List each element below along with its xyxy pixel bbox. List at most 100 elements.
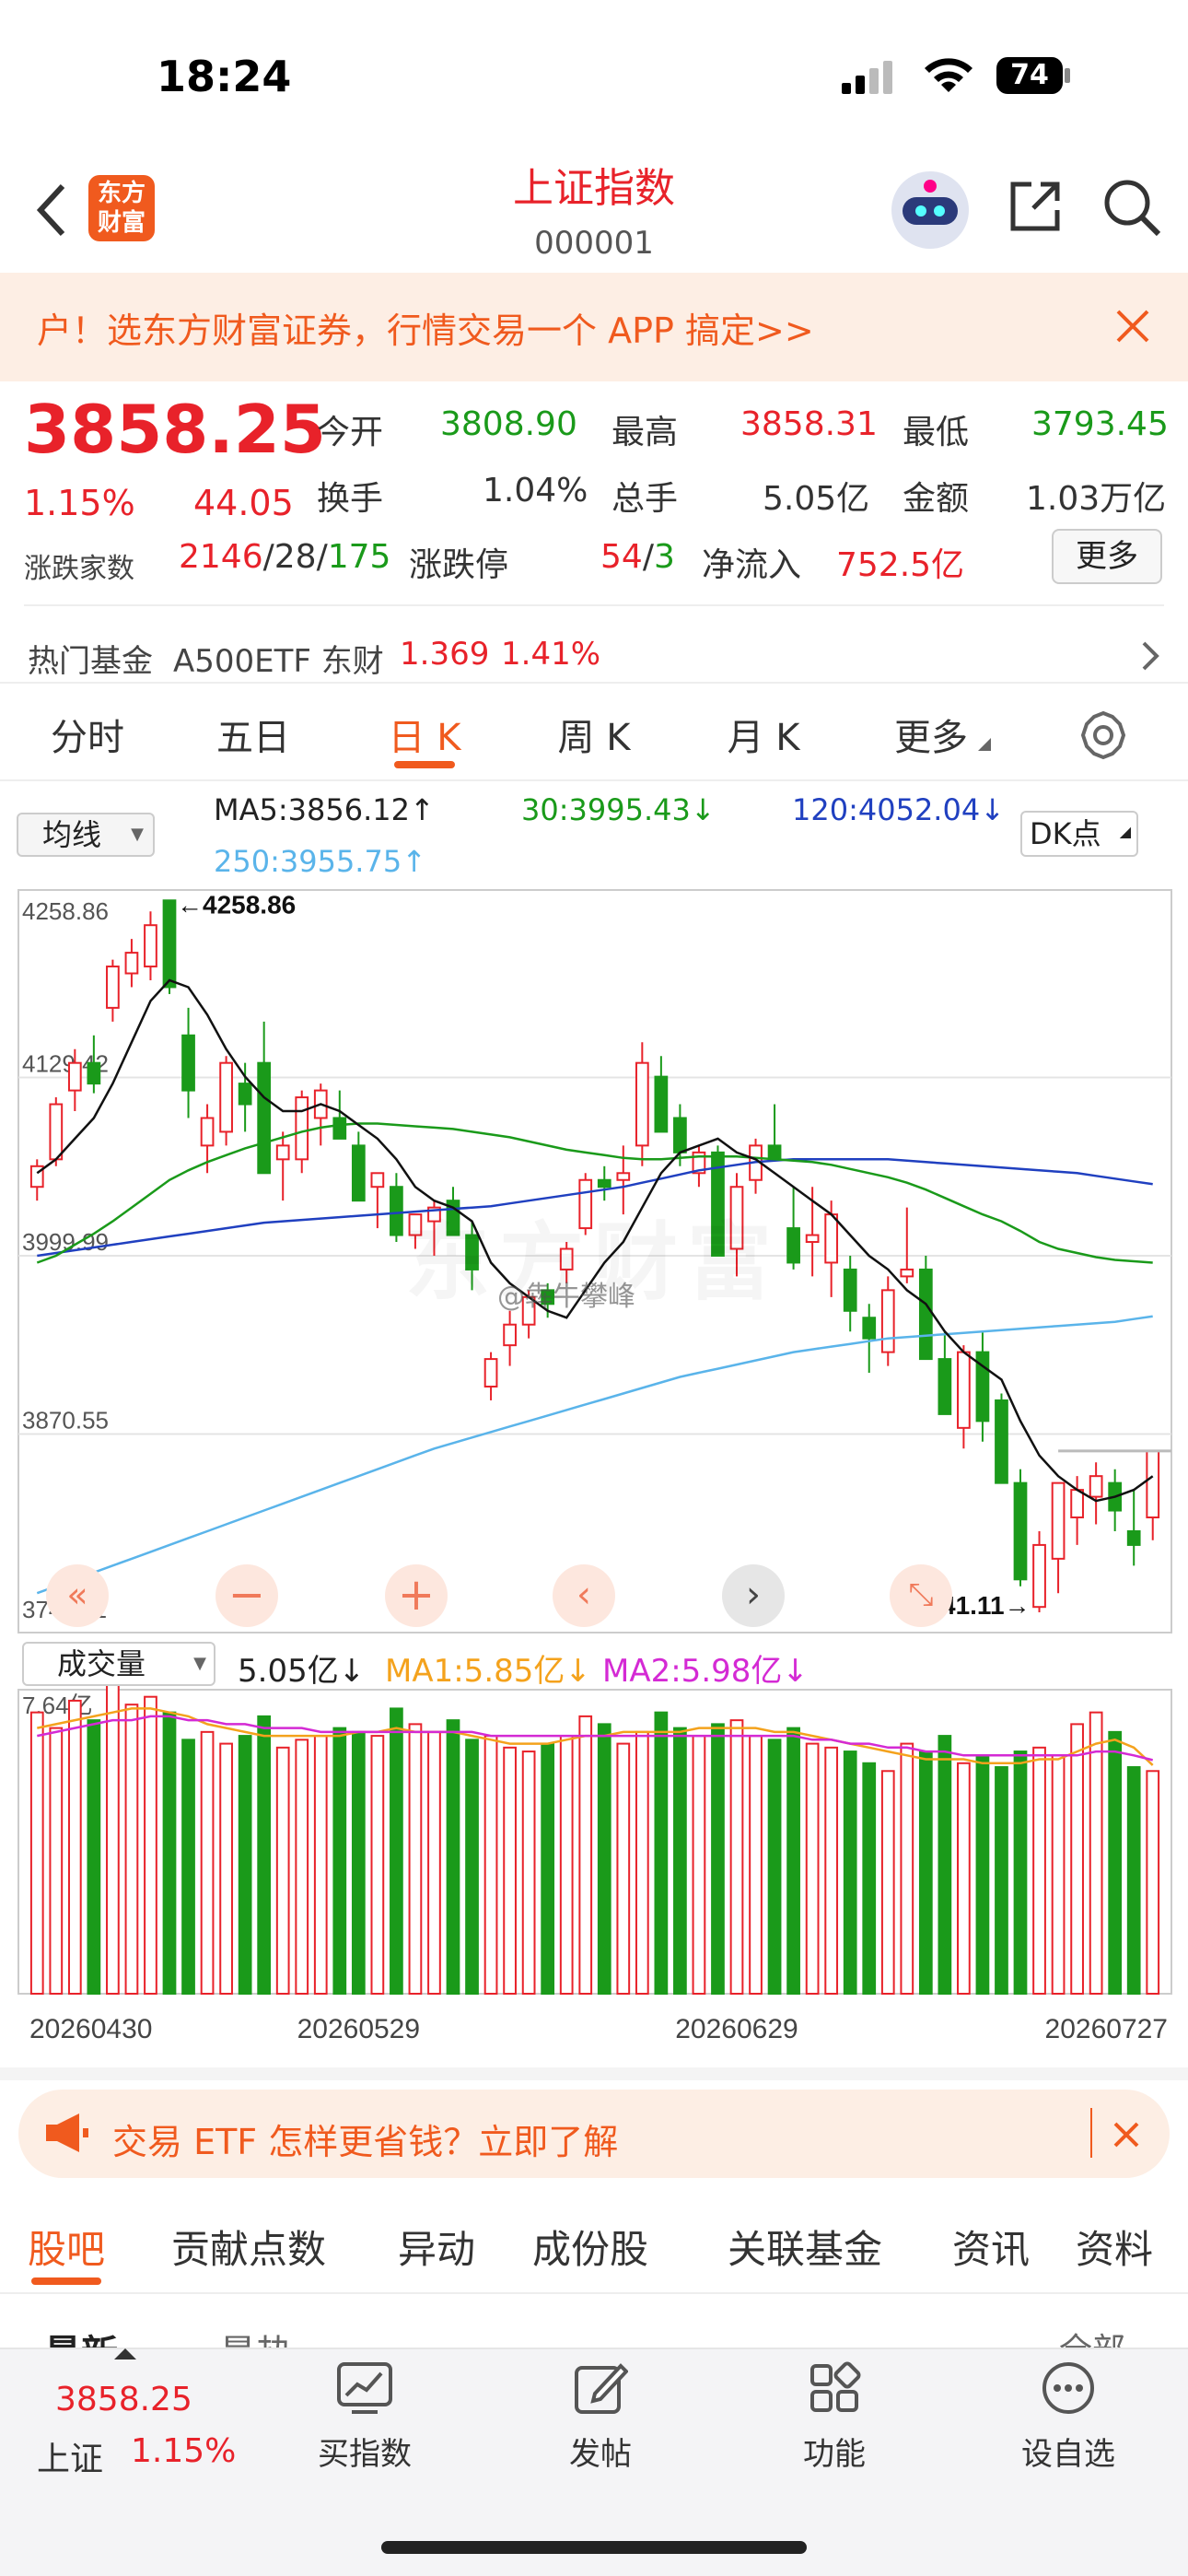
home-indicator: [381, 2541, 807, 2554]
apps-icon[interactable]: [807, 2360, 862, 2416]
volume-bar: [1089, 1711, 1103, 1995]
assistant-avatar[interactable]: [890, 170, 971, 251]
volume-bar: [351, 1730, 366, 1996]
candle-body: [767, 1144, 782, 1161]
chevron-right-icon[interactable]: [1138, 639, 1160, 673]
tab-daily-k[interactable]: 日 K: [365, 708, 484, 761]
tab-intraday[interactable]: 分时: [28, 708, 147, 761]
buy-index-button[interactable]: 买指数: [291, 2429, 438, 2474]
settings-icon[interactable]: [1077, 709, 1129, 761]
sort-hot[interactable]: 最热: [219, 2324, 293, 2349]
volume-value: 5.05亿: [763, 480, 870, 518]
volume-bar: [918, 1751, 933, 1996]
candle-body: [938, 1358, 952, 1415]
volume-chart[interactable]: 7.64亿20260430 20260529 20260629 20260727: [0, 1686, 1188, 2064]
post-icon[interactable]: [573, 2360, 629, 2416]
bottom-price: 3858.25: [55, 2381, 192, 2418]
volume-bar: [767, 1739, 782, 1995]
volume-bar: [975, 1754, 990, 1995]
battery-tip: [1065, 68, 1070, 83]
candle-body: [616, 1172, 631, 1181]
volume-bar: [503, 1746, 517, 1995]
volume-bar: [616, 1742, 631, 1995]
change-pct: 1.15%: [24, 483, 135, 523]
volume-bar: [843, 1751, 857, 1996]
candle-body: [805, 1234, 820, 1244]
promo-text[interactable]: 户！选东方财富证券，行情交易一个 APP 搞定>>: [37, 302, 814, 353]
candle-body: [1032, 1543, 1046, 1609]
candle-body: [49, 1103, 64, 1161]
zoom-in-button[interactable]: +: [385, 1564, 448, 1627]
stock-code: 000001: [534, 225, 654, 262]
candle-body: [124, 952, 139, 975]
volume-bar: [1146, 1770, 1160, 1996]
volume-bar: [67, 1699, 82, 1996]
ma250-legend: 250:3955.75↑: [214, 844, 426, 879]
zoom-out-button[interactable]: −: [215, 1564, 278, 1627]
volume-bar: [465, 1739, 479, 1995]
candle-body: [1126, 1529, 1141, 1546]
search-icon[interactable]: [1101, 177, 1162, 238]
subtab-forum[interactable]: 股吧: [28, 2219, 105, 2275]
feed-sort-row[interactable]: 最新 最热 全部: [0, 2307, 1188, 2349]
subtab-profile[interactable]: 资料: [1076, 2219, 1153, 2275]
close-icon[interactable]: [1114, 308, 1151, 345]
candle-body: [995, 1399, 1008, 1484]
max-price-marker: ←4258.86: [177, 890, 296, 919]
amount-value: 1.03万亿: [1026, 480, 1167, 518]
hot-fund-name[interactable]: A500ETF 东财: [173, 636, 384, 681]
fullscreen-icon[interactable]: ⤡: [890, 1564, 952, 1627]
open-label: 今开: [317, 414, 384, 451]
volume-bar: [124, 1704, 139, 1996]
candle-body: [880, 1289, 895, 1353]
volume-ma1-legend: MA1:5.85亿↓: [385, 1653, 591, 1690]
more-dots-icon[interactable]: [1041, 2360, 1096, 2416]
candle-body: [200, 1117, 215, 1147]
divider: [0, 682, 1188, 684]
buy-index-icon[interactable]: [335, 2360, 394, 2416]
volume-bar: [692, 1735, 706, 1996]
volume-indicator-select[interactable]: 成交量 ▼: [22, 1642, 215, 1686]
tab-more[interactable]: 更多: [871, 708, 991, 761]
hot-fund-pct: 1.41%: [501, 636, 601, 673]
post-button[interactable]: 发帖: [527, 2429, 674, 2474]
candle-body: [144, 924, 157, 968]
filter-all[interactable]: 全部: [1059, 2324, 1125, 2349]
volume-bar: [332, 1727, 347, 1995]
jump-start-button[interactable]: «: [46, 1564, 109, 1627]
x-axis-label: 20260727: [1045, 2014, 1168, 2044]
functions-button[interactable]: 功能: [761, 2429, 908, 2474]
volume-bar: [635, 1730, 649, 1996]
wifi-icon: [921, 55, 976, 96]
scroll-left-button[interactable]: ‹: [553, 1564, 615, 1627]
candle-body: [67, 1061, 82, 1092]
sort-latest[interactable]: 最新: [44, 2324, 118, 2349]
scroll-right-button[interactable]: ›: [722, 1564, 785, 1627]
add-watchlist-button[interactable]: 设自选: [995, 2429, 1142, 2474]
tab-weekly-k[interactable]: 周 K: [534, 708, 654, 761]
volume-bar: [49, 1727, 64, 1995]
tab-five-day[interactable]: 五日: [193, 708, 313, 761]
subtab-constituents[interactable]: 成份股: [532, 2219, 648, 2275]
volume-bar: [1126, 1766, 1141, 1995]
volume-bar: [87, 1719, 101, 1996]
close-icon[interactable]: [1112, 2121, 1140, 2149]
subtab-related-funds[interactable]: 关联基金: [728, 2219, 882, 2275]
subtab-contribution[interactable]: 贡献点数: [171, 2219, 326, 2275]
etf-ad-text[interactable]: 交易 ETF 怎样更省钱？立即了解: [112, 2113, 618, 2164]
subtab-movers[interactable]: 异动: [398, 2219, 475, 2275]
tab-monthly-k[interactable]: 月 K: [704, 708, 823, 761]
back-icon[interactable]: [33, 181, 70, 240]
candle-body: [1070, 1489, 1084, 1519]
volume-bar: [181, 1739, 195, 1995]
subtab-news[interactable]: 资讯: [952, 2219, 1030, 2275]
turnover-value: 1.04%: [483, 472, 588, 509]
status-time: 18:24: [157, 52, 292, 101]
dk-point-button[interactable]: DK点 ◢: [1020, 811, 1138, 857]
collapse-icon[interactable]: [114, 2346, 136, 2359]
inflow-label: 净流入: [702, 546, 802, 584]
indicator-select[interactable]: 均线 ▼: [17, 813, 155, 857]
more-button[interactable]: 更多: [1052, 529, 1162, 584]
share-icon[interactable]: [1006, 177, 1065, 236]
bottom-pct: 1.15%: [131, 2432, 237, 2470]
